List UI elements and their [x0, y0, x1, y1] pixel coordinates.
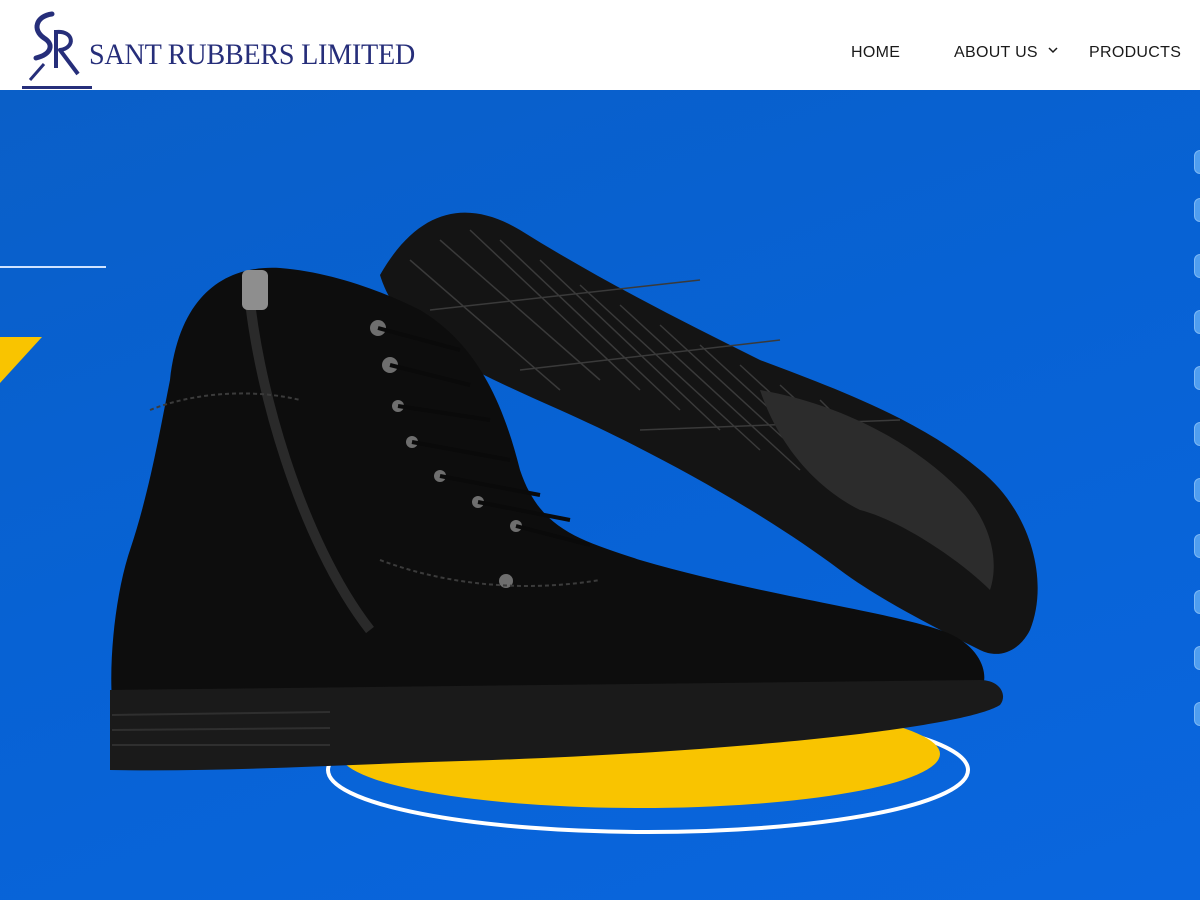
slider-dot[interactable]: [1194, 366, 1200, 390]
hero-slider-dots[interactable]: [1190, 150, 1200, 750]
nav-about-us[interactable]: ABOUT US: [954, 44, 1058, 62]
nav-products[interactable]: PRODUCTS: [1089, 44, 1181, 62]
slider-dot[interactable]: [1194, 310, 1200, 334]
slider-dot[interactable]: [1194, 478, 1200, 502]
zipper-pull: [242, 270, 268, 310]
main-nav: HOME ABOUT US PRODUCTS: [0, 44, 1200, 68]
site-header: SANT RUBBERS LIMITED HOME ABOUT US PRODU…: [0, 0, 1200, 90]
slider-dot[interactable]: [1194, 702, 1200, 726]
slider-dot[interactable]: [1194, 534, 1200, 558]
slider-dot[interactable]: [1194, 150, 1200, 174]
slider-dot[interactable]: [1194, 422, 1200, 446]
slider-dot[interactable]: [1194, 254, 1200, 278]
slider-dot[interactable]: [1194, 198, 1200, 222]
hero-banner: [0, 90, 1200, 900]
chevron-down-icon: [1048, 47, 1058, 54]
nav-about-us-label: ABOUT US: [954, 44, 1038, 61]
logo-underline: [22, 86, 92, 89]
nav-home[interactable]: HOME: [851, 44, 900, 62]
boot-product-image: [110, 212, 1038, 834]
slider-dot[interactable]: [1194, 646, 1200, 670]
slider-dot[interactable]: [1194, 590, 1200, 614]
